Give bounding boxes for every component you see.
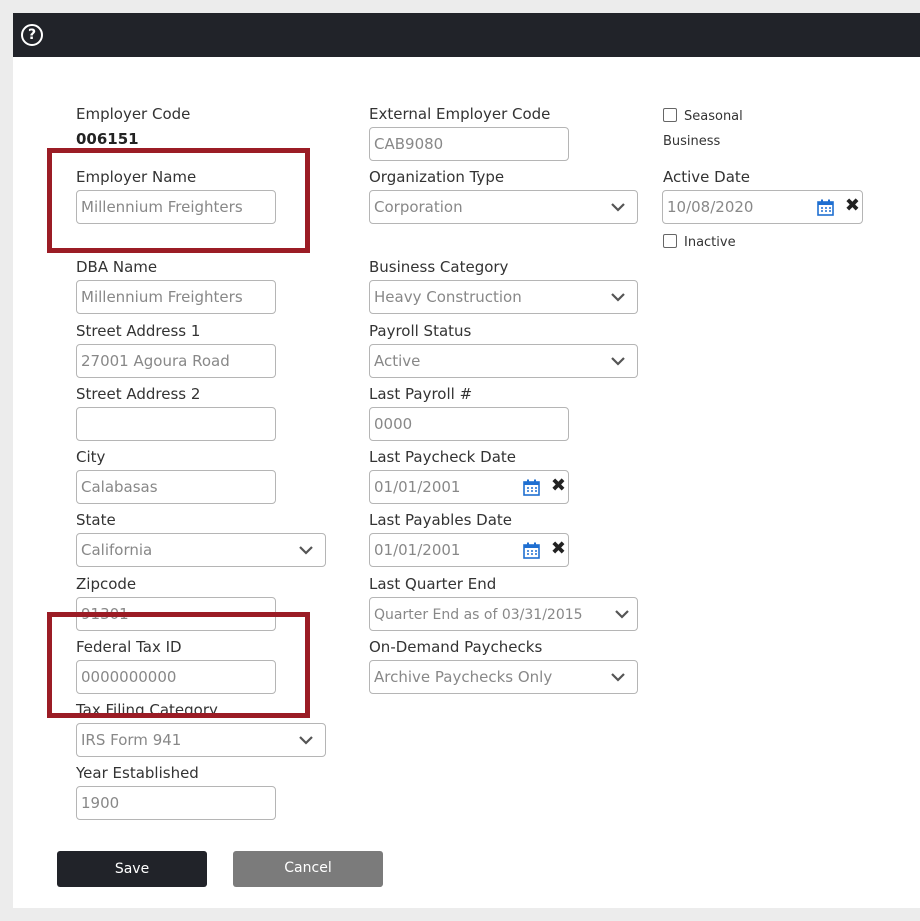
street-address-2-input[interactable] bbox=[76, 407, 276, 441]
seasonal-business-label-line2: Business bbox=[663, 134, 721, 149]
chevron-down-icon bbox=[611, 293, 625, 302]
state-select-value: California bbox=[81, 541, 153, 559]
last-paycheck-date-input[interactable]: 01/01/2001 ✖ bbox=[369, 470, 569, 504]
business-category-select[interactable]: Heavy Construction bbox=[369, 280, 638, 314]
payroll-status-value: Active bbox=[374, 352, 421, 370]
last-quarter-end-select[interactable]: Quarter End as of 03/31/2015 bbox=[369, 597, 638, 631]
last-payroll-number-label: Last Payroll # bbox=[369, 385, 473, 403]
last-paycheck-date-value: 01/01/2001 bbox=[374, 478, 461, 496]
street-address-1-label: Street Address 1 bbox=[76, 322, 201, 340]
chevron-down-icon bbox=[299, 546, 313, 555]
year-established-label: Year Established bbox=[76, 764, 199, 782]
city-input[interactable]: Calabasas bbox=[76, 470, 276, 504]
chevron-down-icon bbox=[615, 610, 629, 619]
active-date-input[interactable]: 10/08/2020 ✖ bbox=[662, 190, 863, 224]
organization-type-label: Organization Type bbox=[369, 168, 505, 186]
active-date-value: 10/08/2020 bbox=[667, 198, 754, 216]
highlight-box-federal-tax-id bbox=[47, 612, 310, 718]
payroll-status-select[interactable]: Active bbox=[369, 344, 638, 378]
calendar-icon[interactable] bbox=[523, 479, 540, 496]
chevron-down-icon bbox=[611, 203, 625, 212]
calendar-icon[interactable] bbox=[817, 199, 834, 216]
clear-date-icon[interactable]: ✖ bbox=[845, 196, 860, 216]
seasonal-business-checkbox[interactable] bbox=[663, 108, 677, 122]
chevron-down-icon bbox=[299, 736, 313, 745]
organization-type-value: Corporation bbox=[374, 198, 463, 216]
employer-code-label: Employer Code bbox=[76, 105, 191, 123]
organization-type-select[interactable]: Corporation bbox=[369, 190, 638, 224]
zipcode-label: Zipcode bbox=[76, 575, 137, 593]
inactive-checkbox[interactable] bbox=[663, 234, 677, 248]
business-category-label: Business Category bbox=[369, 258, 509, 276]
tax-filing-category-value: IRS Form 941 bbox=[81, 731, 182, 749]
chevron-down-icon bbox=[611, 357, 625, 366]
help-icon[interactable]: ? bbox=[21, 24, 43, 46]
tax-filing-category-select[interactable]: IRS Form 941 bbox=[76, 723, 326, 757]
dba-name-input[interactable]: Millennium Freighters bbox=[76, 280, 276, 314]
last-payroll-number-input[interactable]: 0000 bbox=[369, 407, 569, 441]
active-date-label: Active Date bbox=[663, 168, 751, 186]
on-demand-paychecks-select[interactable]: Archive Paychecks Only bbox=[369, 660, 638, 694]
last-quarter-end-value: Quarter End as of 03/31/2015 bbox=[374, 607, 583, 623]
last-payables-date-label: Last Payables Date bbox=[369, 511, 512, 529]
clear-date-icon[interactable]: ✖ bbox=[551, 539, 566, 559]
calendar-icon[interactable] bbox=[523, 542, 540, 559]
street-address-1-input[interactable]: 27001 Agoura Road bbox=[76, 344, 276, 378]
state-select[interactable]: California bbox=[76, 533, 326, 567]
employer-code-value: 006151 bbox=[76, 130, 139, 148]
street-address-2-label: Street Address 2 bbox=[76, 385, 201, 403]
year-established-input[interactable]: 1900 bbox=[76, 786, 276, 820]
save-button[interactable]: Save bbox=[57, 851, 207, 887]
highlight-box-employer-name bbox=[47, 148, 310, 253]
on-demand-paychecks-value: Archive Paychecks Only bbox=[374, 668, 553, 686]
chevron-down-icon bbox=[611, 673, 625, 682]
dba-name-label: DBA Name bbox=[76, 258, 158, 276]
city-label: City bbox=[76, 448, 106, 466]
last-payables-date-value: 01/01/2001 bbox=[374, 541, 461, 559]
external-employer-code-label: External Employer Code bbox=[369, 105, 551, 123]
seasonal-business-label-line1: Seasonal bbox=[684, 109, 743, 124]
clear-date-icon[interactable]: ✖ bbox=[551, 476, 566, 496]
inactive-label: Inactive bbox=[684, 235, 736, 250]
last-payables-date-input[interactable]: 01/01/2001 ✖ bbox=[369, 533, 569, 567]
last-quarter-end-label: Last Quarter End bbox=[369, 575, 497, 593]
external-employer-code-input[interactable]: CAB9080 bbox=[369, 127, 569, 161]
last-paycheck-date-label: Last Paycheck Date bbox=[369, 448, 516, 466]
business-category-value: Heavy Construction bbox=[374, 288, 522, 306]
top-bar bbox=[13, 13, 920, 57]
cancel-button[interactable]: Cancel bbox=[233, 851, 383, 887]
on-demand-paychecks-label: On-Demand Paychecks bbox=[369, 638, 543, 656]
state-label: State bbox=[76, 511, 116, 529]
payroll-status-label: Payroll Status bbox=[369, 322, 472, 340]
